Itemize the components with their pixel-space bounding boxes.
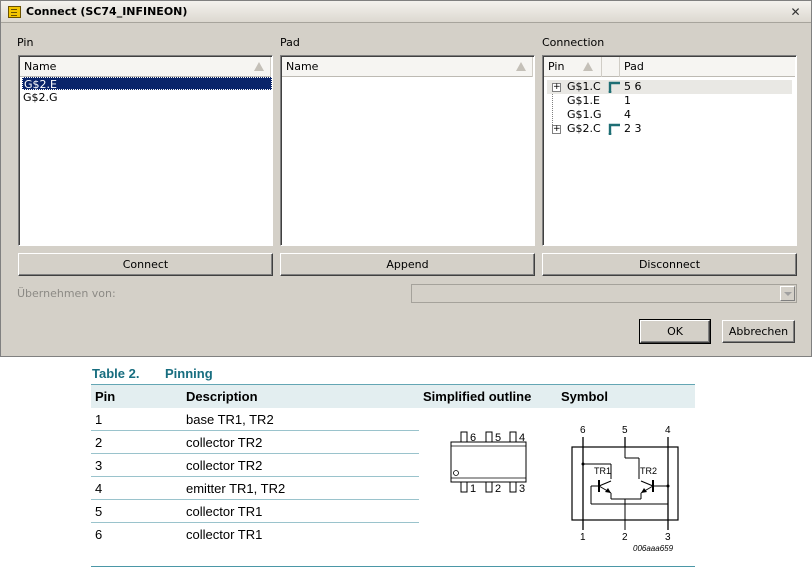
table-row: 6 collector TR1 bbox=[91, 523, 419, 546]
table-row: 4 emitter TR1, TR2 bbox=[91, 477, 419, 500]
outline-pin-label: 4 bbox=[519, 432, 525, 444]
window-title: Connect (SC74_INFINEON) bbox=[26, 5, 188, 18]
table-row: 2 collector TR2 bbox=[91, 431, 419, 454]
connection-pad: 2 3 bbox=[624, 122, 642, 135]
pin-name-column-header[interactable]: Name bbox=[20, 57, 271, 77]
connection-pin: G$2.C bbox=[567, 122, 601, 135]
connection-section-label: Connection bbox=[542, 36, 605, 49]
transistor-symbol-drawing: 6 5 4 TR1 TR2 1 2 3 006aaa659 bbox=[571, 425, 679, 553]
pin-description: collector TR1 bbox=[186, 504, 263, 519]
outline-pin-label: 6 bbox=[470, 432, 476, 444]
connect-button[interactable]: Connect bbox=[18, 253, 273, 276]
column-title: Pin bbox=[548, 60, 565, 73]
pin-description: emitter TR1, TR2 bbox=[186, 481, 286, 496]
expand-plus-icon[interactable]: + bbox=[552, 83, 561, 92]
sort-ascending-icon bbox=[583, 62, 593, 71]
outline-pin-label: 3 bbox=[519, 483, 525, 495]
pin-description: base TR1, TR2 bbox=[186, 412, 274, 427]
connection-pin: G$1.C bbox=[567, 80, 601, 93]
connection-row[interactable]: + G$1.C 5 6 bbox=[547, 80, 792, 94]
pad-list[interactable]: Name bbox=[280, 55, 535, 246]
pin-name: G$2.E bbox=[24, 78, 57, 91]
figure-code: 006aaa659 bbox=[633, 544, 674, 553]
connection-link-icon bbox=[608, 123, 620, 135]
outline-pin-label: 1 bbox=[470, 483, 476, 495]
connection-icon-column-header[interactable] bbox=[602, 57, 620, 77]
take-from-combobox[interactable] bbox=[411, 284, 797, 303]
cancel-button[interactable]: Abbrechen bbox=[722, 320, 795, 343]
connection-tree[interactable]: Pin Pad + G$1.C 5 6 G$1.E 1 G$1.G 4 + G$… bbox=[542, 55, 797, 246]
symbol-pin-label: 1 bbox=[580, 532, 586, 543]
disconnect-button[interactable]: Disconnect bbox=[542, 253, 797, 276]
title-bar[interactable]: Connect (SC74_INFINEON) ✕ bbox=[1, 1, 811, 23]
column-title: Name bbox=[24, 60, 57, 73]
chevron-down-icon[interactable] bbox=[780, 286, 795, 301]
symbol-pin-label: 6 bbox=[580, 425, 586, 436]
connect-dialog: Connect (SC74_INFINEON) ✕ Pin Name G$2.E… bbox=[0, 0, 812, 357]
take-from-label: Übernehmen von: bbox=[17, 287, 116, 300]
header-simplified-outline: Simplified outline bbox=[423, 389, 532, 404]
outline-pin-label: 2 bbox=[495, 483, 501, 495]
close-icon[interactable]: ✕ bbox=[787, 4, 804, 20]
table-title: Pinning bbox=[165, 366, 213, 381]
table-row: 5 collector TR1 bbox=[91, 500, 419, 523]
symbol-pin-label: 2 bbox=[622, 532, 628, 543]
symbol-transistor-label: TR2 bbox=[640, 466, 657, 476]
outline-pin-label: 5 bbox=[495, 432, 501, 444]
package-outline-drawing: 6 5 4 1 2 3 bbox=[450, 431, 527, 495]
connection-pin: G$1.G bbox=[567, 108, 602, 121]
connection-row[interactable]: + G$2.C 2 3 bbox=[547, 122, 792, 136]
table-header-row: Pin Description Simplified outline Symbo… bbox=[91, 384, 695, 408]
pin-number: 3 bbox=[95, 458, 103, 473]
pin-description: collector TR2 bbox=[186, 435, 263, 450]
pin-list-item[interactable]: G$2.G bbox=[22, 91, 272, 104]
sort-ascending-icon bbox=[516, 62, 526, 71]
expand-plus-icon[interactable]: + bbox=[552, 125, 561, 134]
pin-description: collector TR1 bbox=[186, 527, 263, 542]
pin-number: 4 bbox=[95, 481, 103, 496]
pin-number: 6 bbox=[95, 527, 103, 542]
sort-ascending-icon bbox=[254, 62, 264, 71]
connection-pin: G$1.E bbox=[567, 94, 600, 107]
connection-pin-column-header[interactable]: Pin bbox=[544, 57, 602, 77]
symbol-pin-label: 3 bbox=[665, 532, 671, 543]
table-row: 1 base TR1, TR2 bbox=[91, 408, 419, 431]
append-button[interactable]: Append bbox=[280, 253, 535, 276]
pin-number: 1 bbox=[95, 412, 103, 427]
symbol-pin-label: 5 bbox=[622, 425, 628, 436]
table-bottom-rule bbox=[91, 566, 695, 567]
eagle-app-icon bbox=[8, 6, 21, 18]
symbol-transistor-label: TR1 bbox=[594, 466, 611, 476]
pin-list-item[interactable]: G$2.E bbox=[22, 77, 272, 91]
pin-number: 5 bbox=[95, 504, 103, 519]
pin-number: 2 bbox=[95, 435, 103, 450]
pad-section-label: Pad bbox=[280, 36, 300, 49]
pad-name-column-header[interactable]: Name bbox=[282, 57, 533, 77]
pin-list[interactable]: Name G$2.E G$2.G bbox=[18, 55, 273, 246]
pin-list-header: Name bbox=[20, 57, 271, 77]
connection-row[interactable]: G$1.G 4 bbox=[547, 108, 792, 122]
connection-pad: 1 bbox=[624, 94, 631, 107]
header-description: Description bbox=[186, 389, 258, 404]
header-symbol: Symbol bbox=[561, 389, 608, 404]
connection-link-icon bbox=[608, 81, 620, 93]
table-row: 3 collector TR2 bbox=[91, 454, 419, 477]
connection-pad-column-header[interactable]: Pad bbox=[620, 57, 795, 77]
column-title: Name bbox=[286, 60, 319, 73]
connection-tree-header: Pin Pad bbox=[544, 57, 795, 77]
connection-row[interactable]: G$1.E 1 bbox=[547, 94, 792, 108]
pad-list-header: Name bbox=[282, 57, 533, 77]
table-number: Table 2. bbox=[92, 366, 140, 381]
column-title: Pad bbox=[624, 60, 644, 73]
pin-description: collector TR2 bbox=[186, 458, 263, 473]
connection-pad: 4 bbox=[624, 108, 631, 121]
connection-pad: 5 6 bbox=[624, 80, 642, 93]
header-pin: Pin bbox=[95, 389, 116, 404]
ok-button[interactable]: OK bbox=[639, 319, 711, 344]
symbol-pin-label: 4 bbox=[665, 425, 671, 436]
pin-section-label: Pin bbox=[17, 36, 34, 49]
pin-name: G$2.G bbox=[23, 91, 58, 104]
